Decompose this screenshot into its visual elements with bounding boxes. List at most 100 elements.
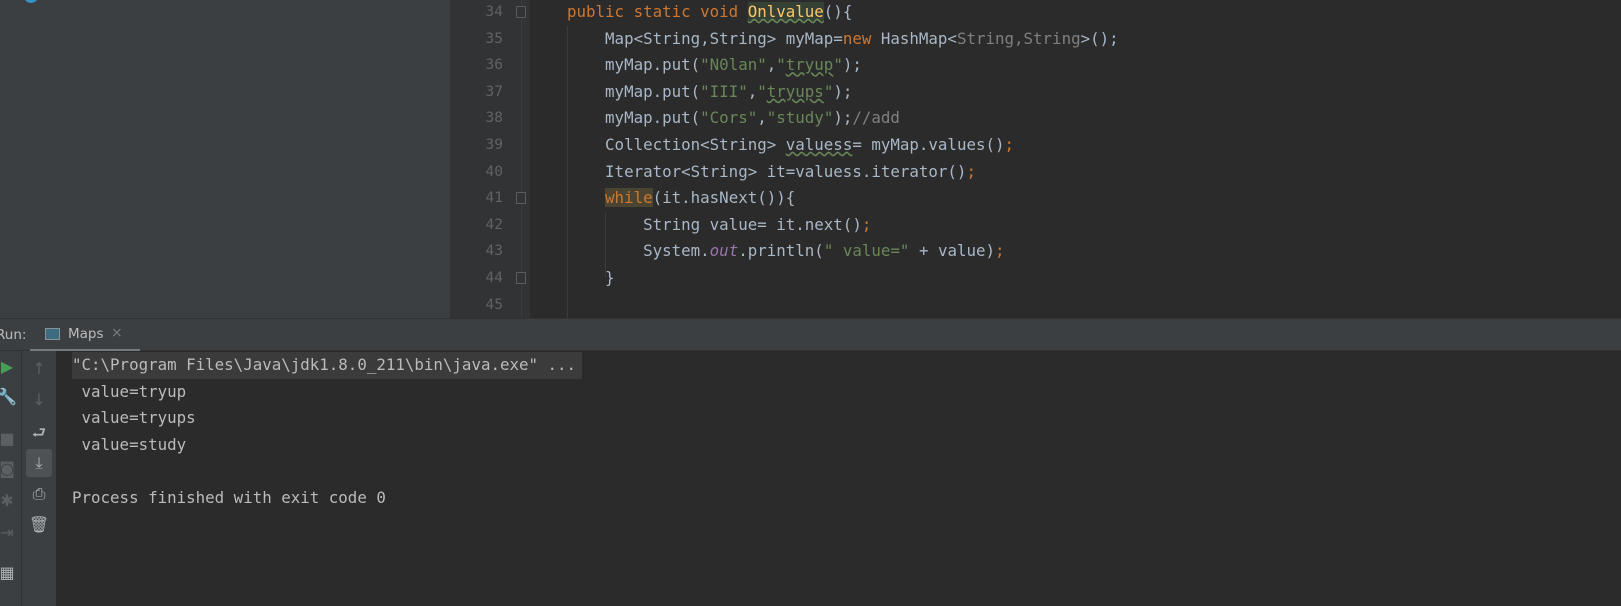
code-editor[interactable]: public static void Onlvalue(){ Map<Strin… bbox=[530, 0, 1621, 319]
code-line: } bbox=[567, 265, 615, 292]
tab-maps-label: Maps bbox=[68, 326, 104, 342]
stop-icon[interactable]: ■ bbox=[0, 429, 20, 448]
console-command: "C:\Program Files\Java\jdk1.8.0_211\bin\… bbox=[72, 352, 583, 379]
code-token: HashMap< bbox=[880, 28, 957, 48]
code-token: .println( bbox=[738, 241, 824, 261]
code-token: " bbox=[833, 55, 843, 75]
code-token: while bbox=[605, 188, 653, 208]
code-token: String value= it.next() bbox=[567, 214, 862, 234]
rerun-icon[interactable]: ▶ bbox=[0, 357, 20, 376]
fold-expand-icon[interactable] bbox=[516, 272, 526, 284]
soft-wrap-icon[interactable]: ⮐ bbox=[26, 422, 52, 449]
line-number: 35 bbox=[485, 30, 503, 47]
code-token: //add bbox=[852, 108, 900, 128]
console-output[interactable]: "C:\Program Files\Java\jdk1.8.0_211\bin\… bbox=[57, 351, 1621, 606]
run-tool-window-header: Run: Maps × bbox=[0, 318, 1621, 352]
code-token: new bbox=[842, 28, 881, 48]
code-token: >(); bbox=[1080, 28, 1119, 48]
settings-wrench-icon[interactable]: 🔧 bbox=[0, 387, 20, 406]
debug-icon[interactable]: ✱ bbox=[0, 491, 20, 510]
line-number: 34 bbox=[485, 4, 503, 20]
code-line: String value= it.next(); bbox=[567, 212, 871, 239]
status-dot-icon bbox=[25, 0, 37, 3]
code-token: "III" bbox=[700, 81, 748, 101]
code-token: Iterator<String> it=valuess.iterator() bbox=[567, 161, 967, 181]
line-number: 36 bbox=[485, 57, 503, 74]
code-token: "Cors" bbox=[700, 108, 758, 128]
code-token: public static void bbox=[567, 2, 748, 21]
console-line: value=tryups bbox=[72, 408, 196, 427]
run-label: Run: bbox=[0, 327, 27, 343]
code-line: Map<String,String> myMap=new HashMap<Str… bbox=[567, 26, 1119, 53]
layout-icon[interactable]: ▦ bbox=[0, 563, 20, 582]
code-token: tryups bbox=[766, 81, 824, 101]
code-token: , bbox=[766, 55, 777, 75]
line-number: 44 bbox=[485, 270, 503, 286]
console-line: value=tryup bbox=[72, 382, 187, 401]
line-number: 45 bbox=[485, 296, 503, 313]
code-token: valuess bbox=[785, 135, 853, 154]
tab-maps[interactable]: Maps × bbox=[30, 319, 140, 352]
code-token: (it.hasNext()){ bbox=[652, 188, 796, 208]
line-number: 41 bbox=[485, 190, 503, 207]
console-icon bbox=[45, 328, 60, 340]
code-token: ; bbox=[1004, 135, 1015, 154]
code-token: (){ bbox=[823, 2, 853, 21]
code-token: + value) bbox=[909, 241, 996, 261]
code-token: , bbox=[747, 81, 758, 101]
code-token: myMap.put( bbox=[567, 55, 701, 75]
line-number: 43 bbox=[485, 243, 503, 260]
project-panel bbox=[0, 0, 450, 318]
code-token: Onlvalue bbox=[747, 2, 824, 21]
code-token: " value=" bbox=[823, 241, 910, 261]
fold-guide bbox=[521, 0, 522, 318]
code-token: Map<String,String> myMap= bbox=[567, 28, 843, 48]
camera-icon[interactable]: ◙ bbox=[0, 459, 20, 478]
line-number: 42 bbox=[485, 216, 503, 233]
code-token: ; bbox=[861, 214, 872, 234]
code-token: out bbox=[709, 241, 739, 261]
code-token: , bbox=[757, 108, 767, 128]
code-line: Collection<String> valuess= myMap.values… bbox=[567, 132, 1014, 159]
code-token: ); bbox=[833, 108, 853, 128]
code-token: tryup bbox=[785, 55, 834, 75]
code-token: "study" bbox=[766, 108, 834, 128]
console-toolbar: ↑ ↓ ⮐ ⤓ ⎙ 🗑 bbox=[22, 351, 57, 606]
code-line: myMap.put("N0lan","tryup"); bbox=[567, 52, 862, 79]
down-arrow-icon[interactable]: ↓ bbox=[26, 390, 52, 409]
scroll-to-end-icon[interactable]: ⤓ bbox=[26, 449, 52, 477]
fold-collapse-icon[interactable] bbox=[516, 192, 526, 205]
code-token: ; bbox=[995, 241, 1005, 261]
close-tab-icon[interactable]: × bbox=[111, 325, 123, 341]
fold-collapse-icon[interactable] bbox=[516, 6, 526, 18]
code-line: System.out.println(" value=" + value); bbox=[567, 238, 1005, 265]
code-token: myMap.put( bbox=[567, 108, 701, 128]
code-token: = myMap.values() bbox=[852, 135, 1005, 154]
code-token: ); bbox=[833, 81, 853, 101]
line-number: 38 bbox=[485, 110, 503, 127]
code-token: " bbox=[823, 81, 834, 101]
code-line: myMap.put("Cors","study");//add bbox=[567, 105, 900, 132]
line-number: 40 bbox=[485, 163, 503, 180]
run-toolbar: ▶ 🔧 ■ ◙ ✱ ⇥ ▦ bbox=[0, 351, 22, 606]
line-number: 37 bbox=[485, 83, 503, 100]
code-line: Iterator<String> it=valuess.iterator(); bbox=[567, 159, 976, 186]
code-line: myMap.put("III","tryups"); bbox=[567, 79, 852, 106]
code-token: ; bbox=[966, 161, 976, 181]
exit-icon[interactable]: ⇥ bbox=[0, 523, 20, 542]
code-token: ); bbox=[842, 55, 862, 75]
up-arrow-icon[interactable]: ↑ bbox=[26, 359, 52, 378]
code-line: while(it.hasNext()){ bbox=[567, 185, 795, 212]
code-token: } bbox=[567, 268, 615, 287]
print-icon[interactable]: ⎙ bbox=[26, 484, 52, 504]
code-token: " bbox=[776, 55, 786, 75]
console-exit-message: Process finished with exit code 0 bbox=[72, 488, 386, 507]
code-token: " bbox=[757, 81, 767, 101]
trash-icon[interactable]: 🗑 bbox=[26, 515, 52, 534]
line-number: 39 bbox=[485, 137, 503, 153]
code-token: String,String bbox=[956, 28, 1081, 48]
editor-gutter: 34 35 36 37 38 39 40 41 42 43 44 45 bbox=[450, 0, 530, 318]
code-token: Collection<String> bbox=[567, 135, 786, 154]
console-line: value=study bbox=[72, 435, 187, 454]
